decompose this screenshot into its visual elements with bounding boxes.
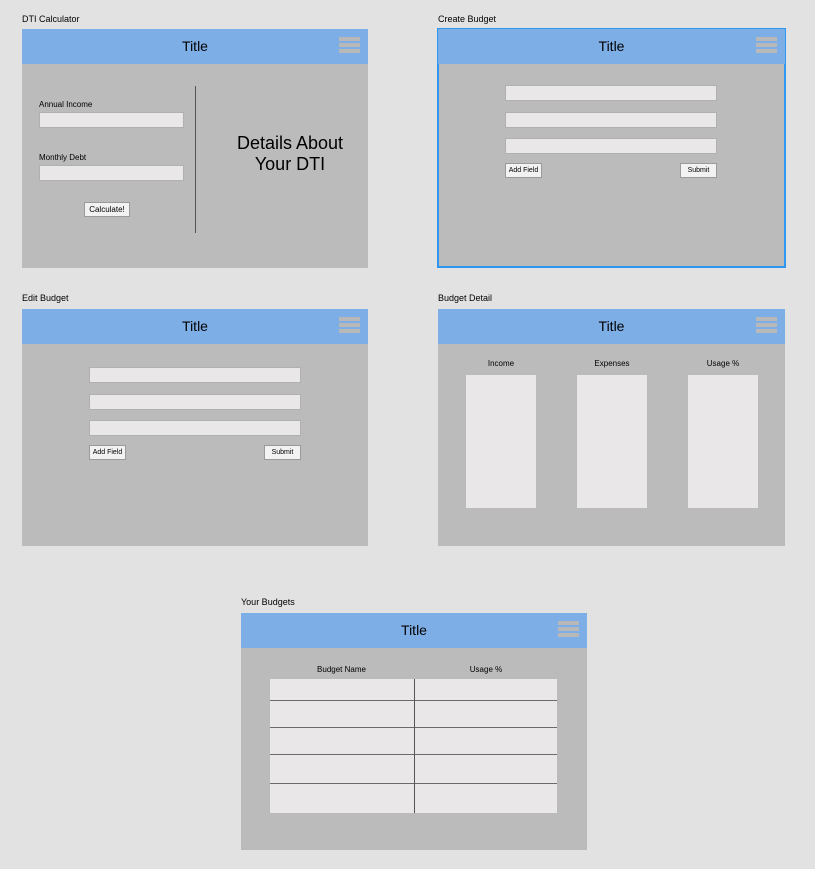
page-title: Title xyxy=(598,318,625,334)
page-title: Title xyxy=(182,318,208,334)
hamburger-menu-icon[interactable] xyxy=(558,621,579,637)
hamburger-menu-icon[interactable] xyxy=(339,317,360,333)
create-budget-frame: Title Add Field Submit xyxy=(437,28,786,268)
table-cell[interactable] xyxy=(414,679,557,701)
submit-button[interactable]: Submit xyxy=(680,163,717,178)
table-cell[interactable] xyxy=(270,728,414,755)
hamburger-menu-icon[interactable] xyxy=(756,37,777,53)
page-title: Title xyxy=(401,622,427,638)
annual-income-input[interactable] xyxy=(39,112,184,128)
page-title: Title xyxy=(182,38,208,54)
titlebar: Title xyxy=(438,309,785,344)
dti-details-heading: Details About Your DTI xyxy=(208,133,372,175)
budget-field-2[interactable] xyxy=(505,112,717,128)
budget-field-3[interactable] xyxy=(505,138,717,154)
edit-budget-frame: Title Add Field Submit xyxy=(22,309,368,546)
usage-column-header: Usage % xyxy=(469,665,503,674)
table-cell[interactable] xyxy=(270,755,414,784)
titlebar: Title xyxy=(22,29,368,64)
add-field-button[interactable]: Add Field xyxy=(505,163,542,178)
frame-label-detail: Budget Detail xyxy=(438,293,493,303)
usage-column-header: Usage % xyxy=(706,359,740,368)
titlebar: Title xyxy=(241,613,587,648)
expenses-column-header: Expenses xyxy=(594,359,630,368)
budget-field-1[interactable] xyxy=(505,85,717,101)
dti-calculator-frame: Title Annual Income Monthly Debt Calcula… xyxy=(22,29,368,268)
table-cell[interactable] xyxy=(414,701,557,728)
frame-label-edit: Edit Budget xyxy=(22,293,69,303)
column-divider xyxy=(414,679,415,813)
add-field-button[interactable]: Add Field xyxy=(89,445,126,460)
budget-detail-frame: Title Income Expenses Usage % xyxy=(438,309,785,546)
budget-field-2[interactable] xyxy=(89,394,301,410)
table-cell[interactable] xyxy=(414,784,557,813)
page-title: Title xyxy=(598,38,625,54)
expenses-panel xyxy=(577,375,647,508)
your-budgets-frame: Title Budget Name Usage % xyxy=(241,613,587,850)
table-cell[interactable] xyxy=(270,701,414,728)
submit-button[interactable]: Submit xyxy=(264,445,301,460)
table-cell[interactable] xyxy=(414,728,557,755)
budget-name-column-header: Budget Name xyxy=(317,665,366,674)
dti-details-line-2: Your DTI xyxy=(254,154,326,174)
income-panel xyxy=(466,375,536,508)
annual-income-label: Annual Income xyxy=(39,100,93,109)
usage-panel xyxy=(688,375,758,508)
budget-field-3[interactable] xyxy=(89,420,301,436)
hamburger-menu-icon[interactable] xyxy=(756,317,777,333)
hamburger-menu-icon[interactable] xyxy=(339,37,360,53)
calculate-button[interactable]: Calculate! xyxy=(84,202,130,217)
dti-details-line-1: Details About xyxy=(236,133,344,153)
titlebar: Title xyxy=(438,29,785,64)
monthly-debt-input[interactable] xyxy=(39,165,184,181)
frame-label-create: Create Budget xyxy=(438,14,497,24)
monthly-debt-label: Monthly Debt xyxy=(39,153,87,162)
table-cell[interactable] xyxy=(270,679,414,701)
table-cell[interactable] xyxy=(270,784,414,813)
table-cell[interactable] xyxy=(414,755,557,784)
frame-label-dti: DTI Calculator xyxy=(22,14,80,24)
titlebar: Title xyxy=(22,309,368,344)
frame-label-yours: Your Budgets xyxy=(241,597,295,607)
divider xyxy=(195,86,196,233)
budgets-table xyxy=(270,679,557,813)
income-column-header: Income xyxy=(487,359,515,368)
budget-field-1[interactable] xyxy=(89,367,301,383)
